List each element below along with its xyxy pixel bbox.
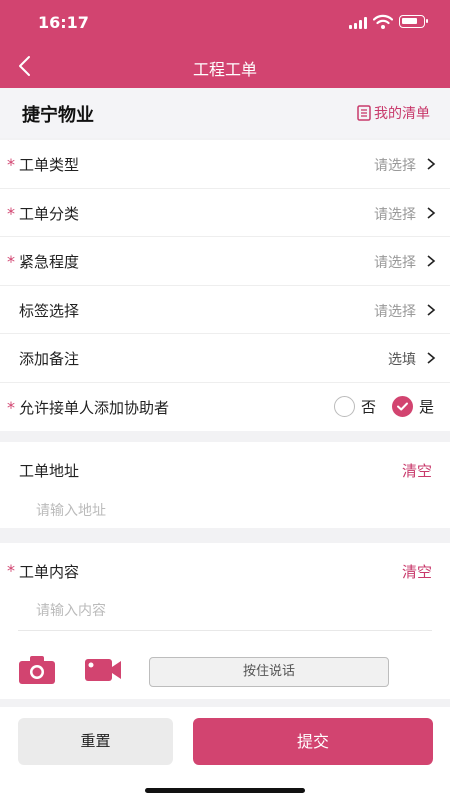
required-mark: * xyxy=(7,397,15,417)
form-row-allow-helper: * 允许接单人添加协助者 否 是 xyxy=(0,383,450,432)
camera-icon[interactable] xyxy=(18,655,56,685)
radio-no[interactable] xyxy=(333,395,355,417)
submit-button[interactable]: 提交 xyxy=(193,718,433,765)
radio-yes[interactable] xyxy=(391,395,413,417)
address-clear-button[interactable]: 清空 xyxy=(402,460,432,481)
form-row-order-type[interactable]: * 工单类型 请选择 xyxy=(0,140,450,189)
row-label: 标签选择 xyxy=(19,301,80,320)
required-mark: * xyxy=(7,252,15,271)
content-input[interactable]: 请输入内容 xyxy=(36,600,106,620)
radio-yes-label: 是 xyxy=(418,397,434,416)
form-row-tags[interactable]: 标签选择 请选择 xyxy=(0,286,450,334)
form-row-urgency[interactable]: * 紧急程度 请选择 xyxy=(0,237,450,286)
company-header: 捷宁物业 我的清单 xyxy=(0,88,450,138)
safe-area xyxy=(0,770,450,800)
chevron-right-icon xyxy=(427,158,436,170)
list-icon xyxy=(357,105,371,121)
row-label: 允许接单人添加协助者 xyxy=(19,398,170,417)
status-time: 16:17 xyxy=(38,13,89,32)
row-value: 请选择 xyxy=(374,255,416,271)
video-icon[interactable] xyxy=(84,657,122,683)
wifi-icon xyxy=(373,14,393,29)
row-label: 紧急程度 xyxy=(19,253,80,271)
row-value: 请选择 xyxy=(374,158,416,174)
form-row-order-category[interactable]: * 工单分类 请选择 xyxy=(0,189,450,237)
my-list-link[interactable]: 我的清单 xyxy=(357,103,430,123)
form-list: * 工单类型 请选择 * 工单分类 请选择 * 紧急程度 请选择 标签选择 请选… xyxy=(0,140,450,431)
my-list-label: 我的清单 xyxy=(374,106,430,122)
content-card: * 工单内容 清空 请输入内容 按住说话 xyxy=(0,543,450,699)
row-value: 选填 xyxy=(388,352,416,368)
home-indicator xyxy=(145,788,305,793)
row-label: 工单类型 xyxy=(19,156,80,174)
required-mark: * xyxy=(7,203,15,223)
address-input[interactable]: 请输入地址 xyxy=(36,500,106,520)
required-mark: * xyxy=(7,155,15,174)
action-bar: 重置 提交 xyxy=(0,707,450,770)
chevron-right-icon xyxy=(427,255,436,267)
divider xyxy=(18,630,432,631)
battery-icon xyxy=(399,15,428,28)
address-label: 工单地址 xyxy=(19,462,80,480)
page-title: 工程工单 xyxy=(192,60,257,79)
nav-bar: 工程工单 xyxy=(0,44,450,88)
address-card: 工单地址 清空 请输入地址 xyxy=(0,442,450,528)
company-name: 捷宁物业 xyxy=(22,105,94,126)
helper-radio-group: 否 是 xyxy=(333,395,434,417)
form-row-remarks[interactable]: 添加备注 选填 xyxy=(0,334,450,383)
status-bar: 16:17 xyxy=(0,0,450,44)
row-label: 工单分类 xyxy=(19,204,80,223)
row-label: 添加备注 xyxy=(19,350,80,368)
chevron-right-icon xyxy=(427,206,436,219)
content-label: 工单内容 xyxy=(19,563,80,581)
radio-no-label: 否 xyxy=(360,397,376,416)
reset-button[interactable]: 重置 xyxy=(18,718,173,765)
chevron-right-icon xyxy=(427,303,436,316)
row-value: 请选择 xyxy=(374,206,416,223)
hold-to-talk-button[interactable]: 按住说话 xyxy=(149,657,389,687)
required-mark: * xyxy=(7,561,15,580)
check-icon xyxy=(396,402,408,410)
signal-icon xyxy=(349,17,369,29)
content-clear-button[interactable]: 清空 xyxy=(402,561,432,582)
chevron-right-icon xyxy=(427,352,436,364)
row-value: 请选择 xyxy=(374,303,416,320)
